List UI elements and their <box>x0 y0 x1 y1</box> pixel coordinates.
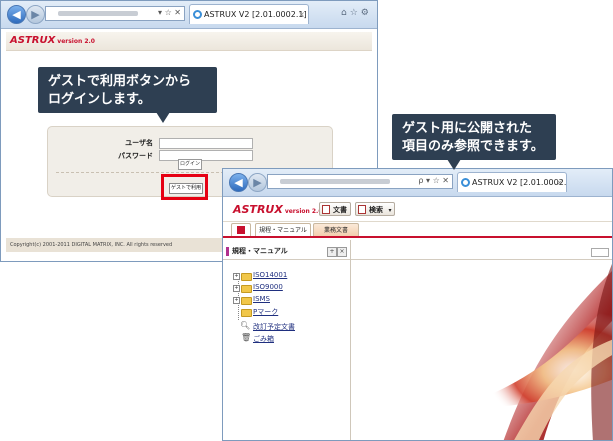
tree-item-iso9000[interactable]: ISO9000 <box>253 283 283 291</box>
folder-icon <box>241 309 252 317</box>
ie-icon <box>193 10 202 19</box>
folder-icon <box>241 297 252 305</box>
tab-title: ASTRUX V2 [2.01.0002.1] <box>204 10 307 19</box>
home-star-gear-icons[interactable]: ⌂☆⚙ <box>341 8 372 18</box>
address-bar-icons[interactable]: ρ ▾ ☆ ✕ <box>418 176 449 185</box>
search-button[interactable]: 検索 ▾ <box>355 202 396 216</box>
tree-item-pmark[interactable]: Pマーク <box>253 307 278 317</box>
search-icon <box>358 205 366 214</box>
callout-arrow <box>447 159 461 170</box>
tree-item-revision-planned[interactable]: 改訂予定文書 <box>253 322 295 332</box>
tab-close-icon[interactable]: × <box>556 173 563 192</box>
forward-button[interactable]: ▶ <box>26 5 45 24</box>
callout-guest-view: ゲスト用に公開された 項目のみ参照できます。 <box>392 114 556 160</box>
username-label: ユーザ名 <box>125 139 153 147</box>
guest-button-highlight: ゲストで利用 <box>161 174 208 200</box>
right-panel-header <box>351 244 612 260</box>
callout-guest-login: ゲストで利用ボタンから ログインします。 <box>38 67 217 113</box>
password-input[interactable] <box>159 150 253 161</box>
address-bar-icons[interactable]: ▾ ☆ ✕ <box>158 8 181 17</box>
tab-title: ASTRUX V2 [2.01.0002.1] <box>472 178 567 187</box>
app-header: ASTRUX version 2.0 文書 検索 ▾ <box>223 197 612 222</box>
back-button[interactable]: ◀ <box>229 173 248 192</box>
document-button[interactable]: 文書 <box>319 202 351 216</box>
home-tab[interactable] <box>231 223 251 236</box>
left-panel-title: 規程・マニュアル <box>232 247 288 255</box>
guest-browser-window: ◀ ▶ ρ ▾ ☆ ✕ ASTRUX V2 [2.01.0002.1] × AS… <box>222 168 613 441</box>
left-panel-header: 規程・マニュアル + × <box>223 244 350 260</box>
magnifier-icon: 🔍︎ <box>240 321 251 330</box>
password-label: パスワード <box>118 152 153 160</box>
forward-button[interactable]: ▶ <box>248 173 267 192</box>
back-button[interactable]: ◀ <box>7 5 26 24</box>
browser-tab[interactable]: ASTRUX V2 [2.01.0002.1] × <box>457 172 567 192</box>
browser-chrome: ◀ ▶ ▾ ☆ ✕ ASTRUX V2 [2.01.0002.1] × ⌂☆⚙ <box>1 1 377 29</box>
home-icon <box>237 226 245 234</box>
app-header: ASTRUX version 2.0 <box>6 32 372 51</box>
chevron-down-icon: ▾ <box>388 207 392 214</box>
menu-tabs: 規程・マニュアル 業務文書 <box>223 222 612 238</box>
left-tree-panel: 規程・マニュアル + × + ISO14001 + ISO9000 + ISMS… <box>223 240 351 440</box>
tree-expand-icon[interactable]: + <box>233 285 240 292</box>
tree-item-iso14001[interactable]: ISO14001 <box>253 271 287 279</box>
logo-text: ASTRUX <box>10 35 56 46</box>
callout-line-1: ゲストで利用ボタンから <box>48 74 192 89</box>
tree-item-trash[interactable]: ごみ箱 <box>253 334 274 344</box>
browser-chrome: ◀ ▶ ρ ▾ ☆ ✕ ASTRUX V2 [2.01.0002.1] × <box>223 169 612 197</box>
callout-line-2: ログインします。 <box>48 92 151 107</box>
callout-line-2: 項目のみ参照できます。 <box>402 139 544 154</box>
accent-bar <box>226 247 229 256</box>
username-input[interactable] <box>159 138 253 149</box>
logo-version: version 2.0 <box>57 38 95 45</box>
logo-text: ASTRUX <box>233 203 283 216</box>
document-button-label: 文書 <box>333 206 347 214</box>
tree-item-isms[interactable]: ISMS <box>253 295 270 303</box>
folder-icon <box>241 285 252 293</box>
decorative-splash-graphic <box>453 264 612 440</box>
ie-icon <box>461 178 470 187</box>
close-icon[interactable]: × <box>337 247 347 257</box>
trash-icon: 🗑︎ <box>241 333 252 342</box>
search-button-label: 検索 <box>369 206 383 214</box>
tree-expand-icon[interactable]: + <box>233 273 240 280</box>
astrux-logo: ASTRUX version 2.0 <box>233 203 323 216</box>
tab-gyomu-bunsho[interactable]: 業務文書 <box>313 223 359 236</box>
folder-icon <box>241 273 252 281</box>
tab-kitei-manual[interactable]: 規程・マニュアル <box>255 223 311 236</box>
address-bar[interactable]: ρ ▾ ☆ ✕ <box>267 174 453 189</box>
tree-expand-icon[interactable]: + <box>233 297 240 304</box>
tab-close-icon[interactable]: × <box>298 5 305 24</box>
guest-login-button[interactable]: ゲストで利用 <box>169 183 203 194</box>
astrux-logo: ASTRUX version 2.0 <box>10 35 95 46</box>
browser-tab[interactable]: ASTRUX V2 [2.01.0002.1] × <box>189 4 309 24</box>
logo-version: version 2.0 <box>284 208 323 215</box>
callout-line-1: ゲスト用に公開された <box>402 121 533 136</box>
expand-icon[interactable]: + <box>327 247 337 257</box>
address-bar[interactable]: ▾ ☆ ✕ <box>45 6 185 21</box>
document-icon <box>322 205 330 214</box>
right-panel-input[interactable] <box>591 248 609 257</box>
login-button[interactable]: ログイン <box>178 159 202 170</box>
callout-arrow <box>156 112 170 123</box>
